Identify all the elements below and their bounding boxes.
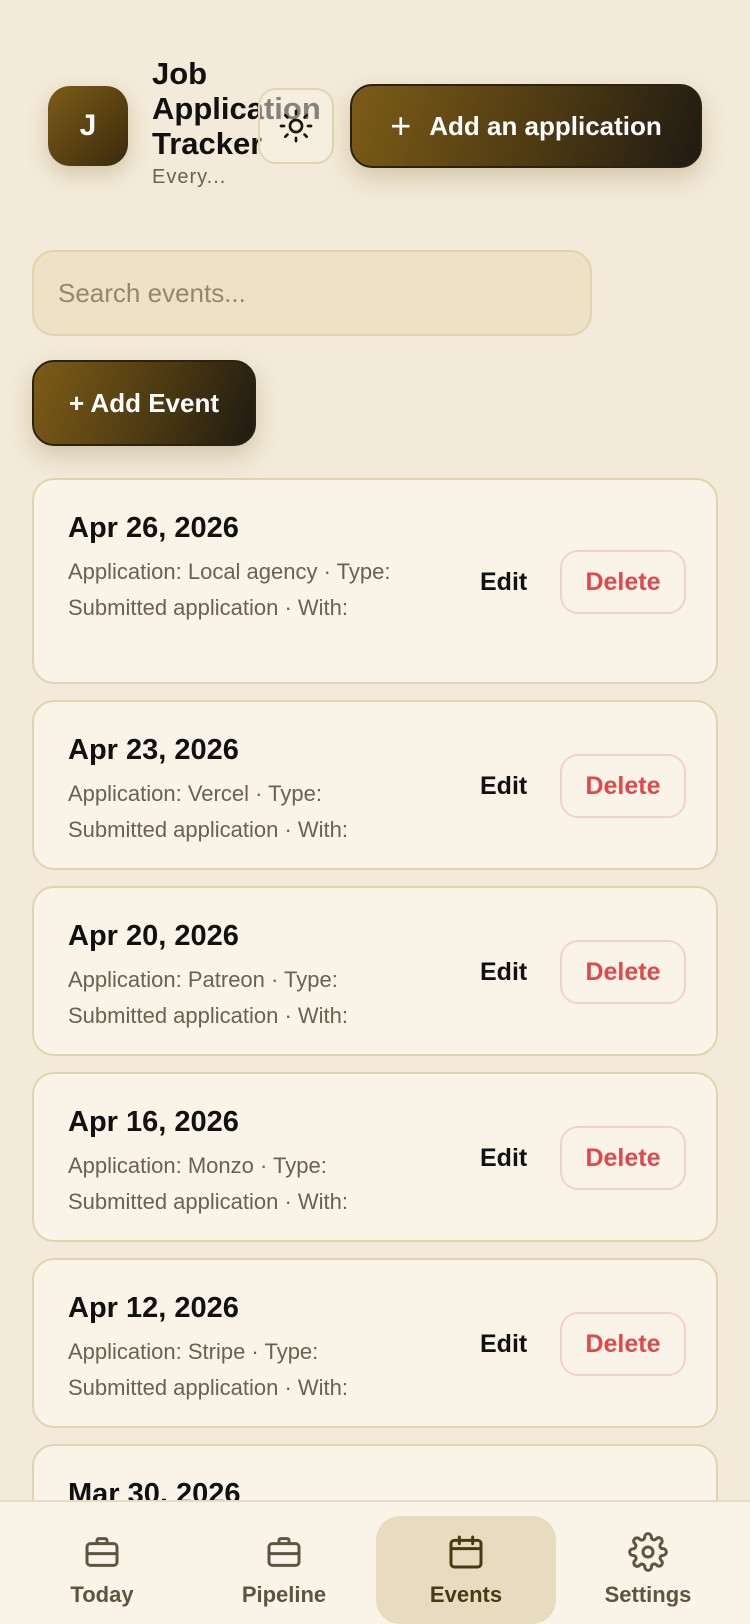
calendar-icon: [449, 1535, 483, 1569]
avatar[interactable]: J: [48, 86, 128, 166]
event-description: Application: Monzo · Type: Submitted app…: [68, 1153, 349, 1214]
search-input[interactable]: [32, 250, 592, 336]
nav-label: Settings: [604, 1582, 692, 1607]
edit-button[interactable]: Edit: [480, 940, 527, 1004]
event-date: Apr 12, 2026: [68, 1292, 239, 1324]
event-date: Apr 26, 2026: [68, 512, 239, 544]
theme-toggle-button[interactable]: [258, 88, 334, 164]
event-description: Application: Local agency · Type: Submit…: [68, 559, 391, 620]
delete-button[interactable]: Delete: [560, 1312, 686, 1376]
edit-button[interactable]: Edit: [480, 550, 527, 614]
app-subtitle: Every...: [152, 166, 227, 188]
nav-label: Today: [70, 1582, 134, 1607]
gear-icon: [628, 1532, 668, 1572]
event-description: Application: Stripe · Type: Submitted ap…: [68, 1339, 349, 1400]
event-card: Apr 20, 2026 Application: Patreon · Type…: [32, 886, 718, 1056]
delete-button[interactable]: Delete: [560, 754, 686, 818]
event-description: Application: Patreon · Type: Submitted a…: [68, 967, 349, 1028]
nav-pipeline[interactable]: Pipeline: [194, 1516, 374, 1624]
add-application-label: Add an application: [429, 110, 662, 141]
edit-button[interactable]: Edit: [480, 1126, 527, 1190]
edit-button[interactable]: Edit: [480, 754, 527, 818]
nav-today[interactable]: Today: [12, 1516, 192, 1624]
sun-icon: [279, 109, 313, 143]
add-application-button[interactable]: + Add an application: [350, 84, 702, 168]
nav-label: Events: [429, 1582, 503, 1607]
briefcase-icon: [267, 1537, 301, 1567]
event-date: Apr 20, 2026: [68, 920, 239, 952]
event-description: Application: Vercel · Type: Submitted ap…: [68, 781, 349, 842]
nav-label: Pipeline: [241, 1582, 327, 1607]
events-screen: J Job Application Tracker Every... + Add…: [0, 0, 750, 1624]
delete-button[interactable]: Delete: [560, 550, 686, 614]
briefcase-icon: [85, 1537, 119, 1567]
event-card: Apr 16, 2026 Application: Monzo · Type: …: [32, 1072, 718, 1242]
add-event-button[interactable]: + Add Event: [32, 360, 256, 446]
edit-button[interactable]: Edit: [480, 1312, 527, 1376]
event-card: Apr 23, 2026 Application: Vercel · Type:…: [32, 700, 718, 870]
bottom-nav: Today Pipeline Events Settings: [0, 1500, 750, 1624]
event-card: Apr 26, 2026 Application: Local agency ·…: [32, 478, 718, 684]
event-card: Apr 12, 2026 Application: Stripe · Type:…: [32, 1258, 718, 1428]
nav-settings[interactable]: Settings: [558, 1516, 738, 1624]
event-date: Apr 23, 2026: [68, 734, 239, 766]
nav-events[interactable]: Events: [376, 1516, 556, 1624]
event-date: Apr 16, 2026: [68, 1106, 239, 1138]
plus-icon: +: [390, 105, 412, 146]
delete-button[interactable]: Delete: [560, 1126, 686, 1190]
delete-button[interactable]: Delete: [560, 940, 686, 1004]
